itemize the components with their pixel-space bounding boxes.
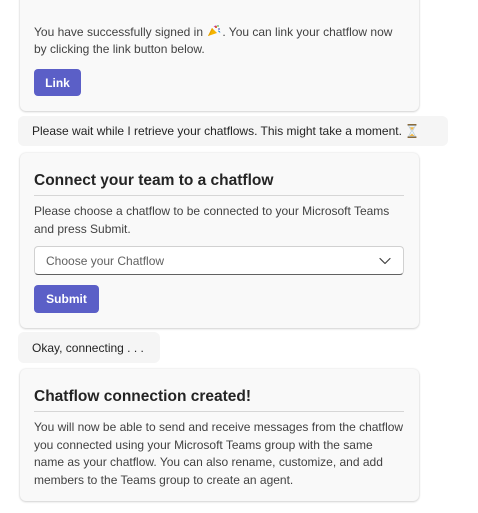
chatflow-dropdown-placeholder: Choose your Chatflow: [46, 253, 165, 268]
chevron-down-icon: [379, 257, 391, 264]
connect-card: Connect your team to a chatflow Please c…: [20, 153, 419, 328]
connect-card-description: Please choose a chatflow to be connected…: [34, 204, 390, 236]
signin-text-before: You have successfully signed in: [34, 25, 203, 39]
connecting-message-bubble: Okay, connecting . . .: [18, 332, 160, 363]
connecting-message-text: Okay, connecting . . .: [32, 340, 144, 355]
chat-transcript: You have successfully signed in . You ca…: [0, 0, 478, 513]
connect-card-title: Connect your team to a chatflow: [34, 171, 404, 196]
submit-button[interactable]: Submit: [34, 285, 99, 313]
signin-card: You have successfully signed in . You ca…: [20, 0, 419, 111]
hourglass-icon: [407, 124, 417, 138]
wait-message-bubble: Please wait while I retrieve your chatfl…: [18, 116, 448, 146]
connection-created-title: Chatflow connection created!: [34, 387, 404, 412]
wait-message-text: Please wait while I retrieve your chatfl…: [32, 124, 402, 138]
chatflow-dropdown[interactable]: Choose your Chatflow: [34, 246, 404, 275]
connection-created-card: Chatflow connection created! You will no…: [20, 369, 419, 501]
link-button[interactable]: Link: [34, 69, 81, 96]
connection-created-description: You will now be able to send and receive…: [34, 420, 404, 487]
signin-message: You have successfully signed in . You ca…: [34, 24, 405, 58]
party-popper-icon: [208, 25, 221, 36]
